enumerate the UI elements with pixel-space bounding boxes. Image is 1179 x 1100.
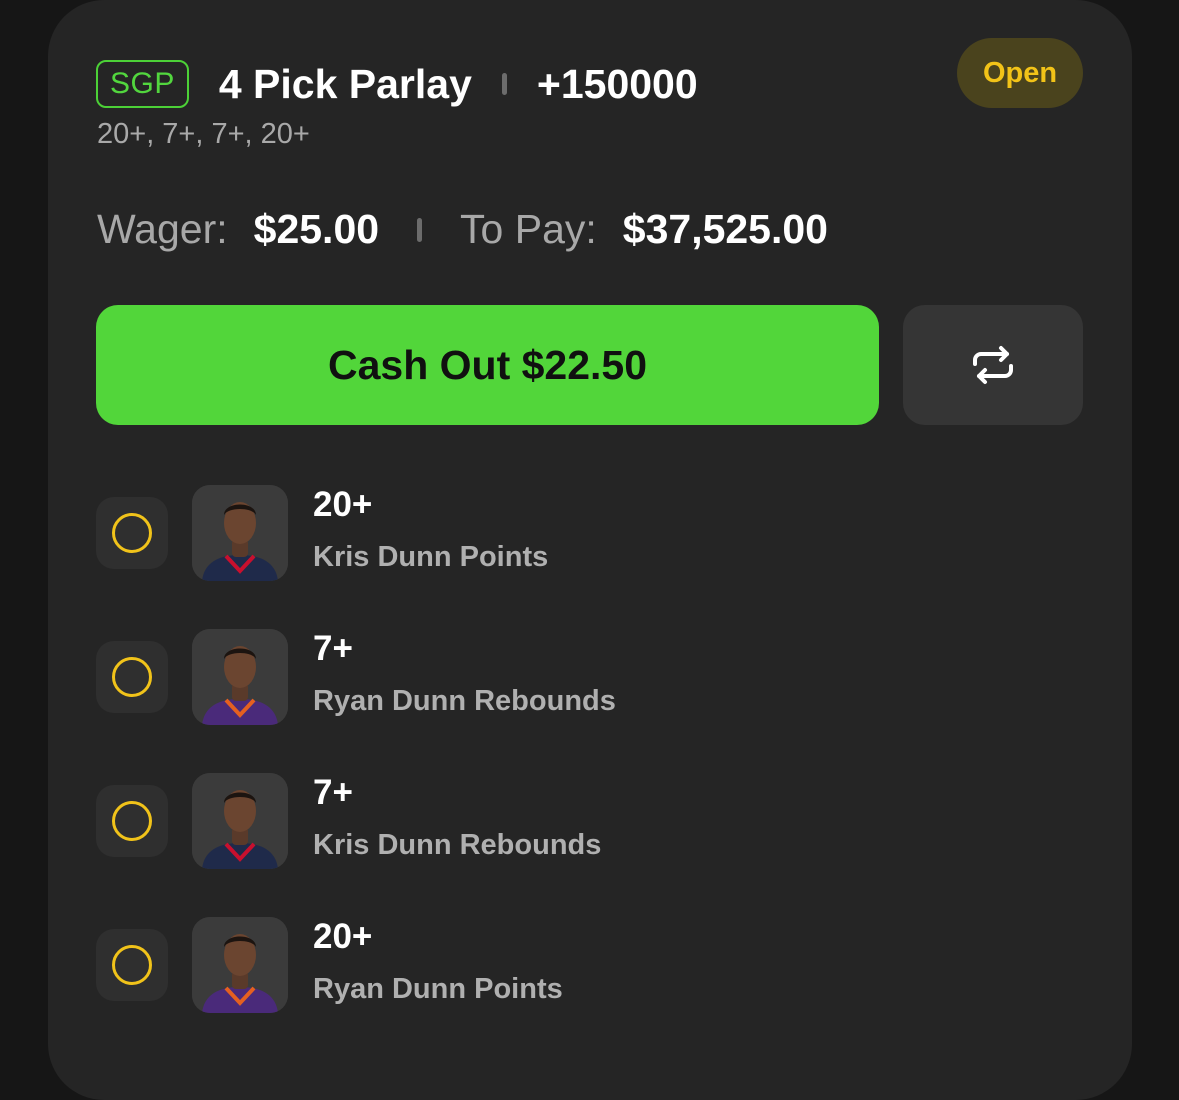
divider [417, 217, 423, 242]
player-avatar [192, 485, 288, 581]
leg-status-indicator [96, 497, 168, 569]
leg-row[interactable]: 20+ Kris Dunn Points [96, 485, 1076, 581]
to-pay-label: To Pay: [460, 206, 597, 252]
player-avatar [192, 773, 288, 869]
leg-line: 7+ [313, 773, 353, 812]
player-headshot-icon [192, 485, 288, 581]
leg-status-indicator [96, 785, 168, 857]
leg-line: 7+ [313, 629, 353, 668]
leg-line: 20+ [313, 485, 373, 524]
leg-line: 20+ [313, 917, 373, 956]
leg-row[interactable]: 20+ Ryan Dunn Points [96, 917, 1076, 1013]
player-headshot-icon [192, 917, 288, 1013]
player-headshot-icon [192, 629, 288, 725]
player-avatar [192, 629, 288, 725]
leg-description: Ryan Dunn Points [313, 973, 563, 1005]
swap-button[interactable] [903, 305, 1083, 425]
leg-description: Ryan Dunn Rebounds [313, 685, 616, 717]
leg-row[interactable]: 7+ Kris Dunn Rebounds [96, 773, 1076, 869]
wager-row: Wager: $25.00 To Pay: $37,525.00 [97, 206, 828, 253]
status-badge: Open [957, 38, 1083, 108]
cash-out-button[interactable]: Cash Out $22.50 [96, 305, 879, 425]
repeat-arrows-icon [973, 346, 1013, 384]
pending-circle-icon [112, 945, 152, 985]
bet-title: 4 Pick Parlay [218, 60, 472, 107]
leg-status-indicator [96, 929, 168, 1001]
bet-header: SGP 4 Pick Parlay +150000 [96, 60, 698, 108]
bet-odds: +150000 [536, 60, 698, 107]
divider [501, 73, 507, 95]
wager-value: $25.00 [253, 206, 380, 252]
pending-circle-icon [112, 513, 152, 553]
sgp-badge: SGP [96, 60, 189, 108]
pending-circle-icon [112, 657, 152, 697]
leg-row[interactable]: 7+ Ryan Dunn Rebounds [96, 629, 1076, 725]
to-pay-value: $37,525.00 [622, 206, 828, 252]
leg-description: Kris Dunn Points [313, 541, 549, 573]
legs-summary: 20+, 7+, 7+, 20+ [97, 118, 310, 150]
leg-status-indicator [96, 641, 168, 713]
leg-description: Kris Dunn Rebounds [313, 829, 602, 861]
player-avatar [192, 917, 288, 1013]
pending-circle-icon [112, 801, 152, 841]
player-headshot-icon [192, 773, 288, 869]
wager-label: Wager: [97, 206, 228, 252]
